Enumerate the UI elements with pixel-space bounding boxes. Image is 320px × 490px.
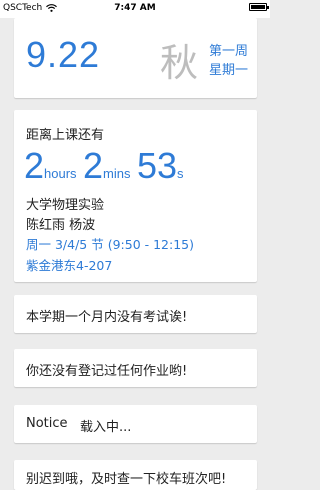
secs-value: 53 (136, 145, 177, 186)
notice-loading-text: 载入中... (80, 420, 132, 435)
exam-message: 本学期一个月内没有考试诶! (26, 310, 188, 325)
course-name: 大学物理实验 (26, 198, 105, 213)
date-number: 9.22 (26, 34, 101, 75)
countdown-title: 距离上课还有 (26, 128, 105, 143)
mins-unit: mins (103, 166, 131, 181)
season-label: 秋 (160, 41, 199, 85)
notice-label: Notice (26, 416, 68, 431)
status-time: 7:47 AM (114, 3, 156, 13)
teacher-names: 陈红雨 杨波 (26, 218, 96, 233)
hours-value: 2 (24, 145, 45, 186)
status-bar: QSCTech 7:47 AM (0, 0, 270, 18)
exam-card[interactable]: 本学期一个月内没有考试诶! (14, 295, 257, 333)
mins-value: 2 (83, 145, 104, 186)
next-class-card[interactable]: 距离上课还有 2hours 2mins 53s 大学物理实验 陈红雨 杨波 周一… (14, 110, 257, 282)
weekday-label: 星期一 (209, 63, 249, 78)
homework-message: 你还没有登记过任何作业哟! (26, 364, 188, 379)
homework-card[interactable]: 你还没有登记过任何作业哟! (14, 349, 257, 387)
date-card[interactable]: 9.22 秋 第一周 星期一 (14, 18, 257, 98)
bus-reminder-card[interactable]: 别迟到哦，及时查一下校车班次吧! (14, 460, 257, 490)
battery-icon (249, 3, 269, 11)
class-time-slot: 周一 3/4/5 节 (9:50 - 12:15) (26, 237, 195, 252)
status-right (249, 3, 269, 11)
secs-unit: s (177, 166, 184, 181)
class-location: 紫金港东4-207 (26, 258, 113, 273)
notice-card[interactable]: Notice 载入中... (14, 405, 257, 443)
week-label: 第一周 (209, 44, 249, 59)
bus-reminder-message: 别迟到哦，及时查一下校车班次吧! (26, 472, 227, 487)
countdown-timer: 2hours 2mins 53s (24, 146, 186, 186)
hours-unit: hours (44, 166, 77, 181)
